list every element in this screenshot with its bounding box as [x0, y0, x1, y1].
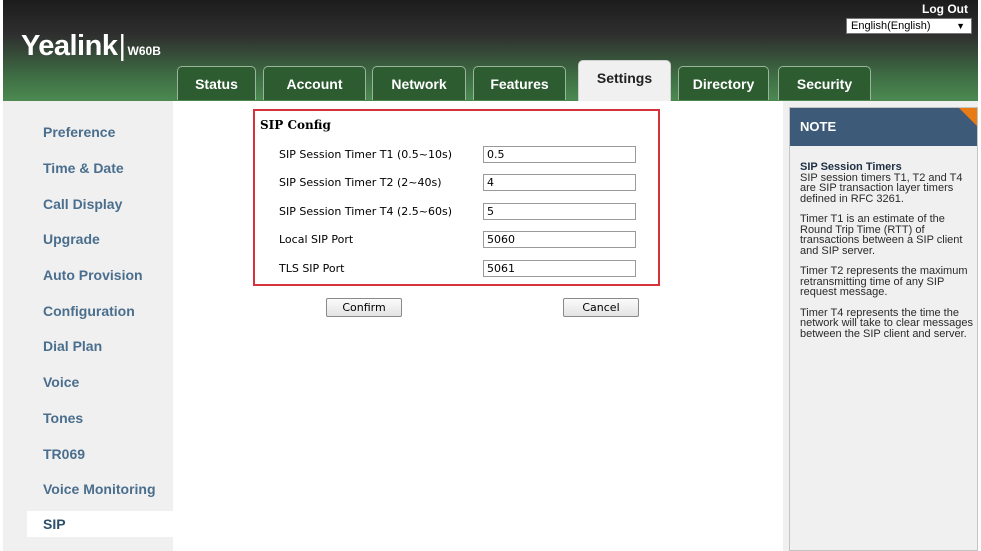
sidebar-item-tones[interactable]: Tones — [7, 405, 173, 431]
sidebar-item-sip[interactable]: SIP — [27, 511, 187, 537]
tab-network[interactable]: Network — [372, 66, 466, 100]
tab-security[interactable]: Security — [778, 66, 871, 100]
tab-account[interactable]: Account — [263, 66, 366, 100]
tab-status[interactable]: Status — [177, 66, 256, 100]
note-paragraph-1: SIP session timers T1, T2 and T4 are SIP… — [800, 171, 963, 205]
local-sip-port-input[interactable] — [483, 231, 636, 248]
t1-input[interactable] — [483, 146, 636, 163]
model-name: W60B — [127, 44, 161, 58]
sidebar-item-time-date[interactable]: Time & Date — [7, 155, 173, 181]
main-content: SIP Config SIP Session Timer T1 (0.5~10s… — [173, 101, 783, 551]
language-value: English(English) — [851, 20, 931, 32]
t4-label: SIP Session Timer T4 (2.5~60s) — [279, 205, 452, 218]
sidebar-item-voice[interactable]: Voice — [7, 369, 173, 395]
sidebar-item-voice-monitoring[interactable]: Voice Monitoring — [7, 476, 173, 502]
tab-features[interactable]: Features — [473, 66, 566, 100]
t2-label: SIP Session Timer T2 (2~40s) — [279, 176, 442, 189]
section-title: SIP Config — [260, 118, 331, 132]
sidebar-item-upgrade[interactable]: Upgrade — [7, 226, 173, 252]
note-corner-icon — [959, 108, 977, 126]
t4-input[interactable] — [483, 203, 636, 220]
tab-settings[interactable]: Settings — [578, 60, 671, 101]
sidebar-item-preference[interactable]: Preference — [7, 119, 173, 145]
tab-directory[interactable]: Directory — [678, 66, 769, 100]
sidebar-item-dial-plan[interactable]: Dial Plan — [7, 333, 173, 359]
confirm-button[interactable]: Confirm — [326, 298, 402, 317]
t1-label: SIP Session Timer T1 (0.5~10s) — [279, 148, 452, 161]
note-panel: NOTE SIP Session Timers SIP session time… — [789, 107, 978, 551]
note-paragraph-3: Timer T2 represents the maximum retransm… — [800, 265, 968, 298]
cancel-button[interactable]: Cancel — [563, 298, 639, 317]
sidebar-item-tr069[interactable]: TR069 — [7, 441, 173, 467]
tls-sip-port-input[interactable] — [483, 260, 636, 277]
note-body: SIP Session Timers SIP session timers T1… — [800, 162, 974, 349]
sidebar: Preference Time & Date Call Display Upgr… — [7, 101, 187, 551]
sidebar-item-configuration[interactable]: Configuration — [7, 298, 173, 324]
t2-input[interactable] — [483, 174, 636, 191]
logout-link[interactable]: Log Out — [922, 2, 968, 16]
brand-logo: Yealink| W60B — [21, 30, 161, 63]
dropdown-arrow-icon: ▼ — [956, 21, 965, 31]
note-paragraph-2: Timer T1 is an estimate of the Round Tri… — [800, 213, 963, 257]
note-heading: NOTE — [790, 108, 977, 146]
brand-separator: | — [118, 30, 126, 62]
app-frame: Yealink| W60B Log Out English(English) ▼ … — [3, 0, 978, 551]
header: Yealink| W60B Log Out English(English) ▼ … — [3, 0, 978, 101]
brand-name: Yealink — [21, 30, 118, 62]
tls-sip-port-label: TLS SIP Port — [279, 262, 345, 275]
sidebar-item-call-display[interactable]: Call Display — [7, 191, 173, 217]
note-paragraph-4: Timer T4 represents the time the network… — [800, 306, 974, 340]
local-sip-port-label: Local SIP Port — [279, 233, 354, 246]
sidebar-item-auto-provision[interactable]: Auto Provision — [7, 262, 173, 288]
language-select[interactable]: English(English) ▼ — [846, 18, 972, 34]
